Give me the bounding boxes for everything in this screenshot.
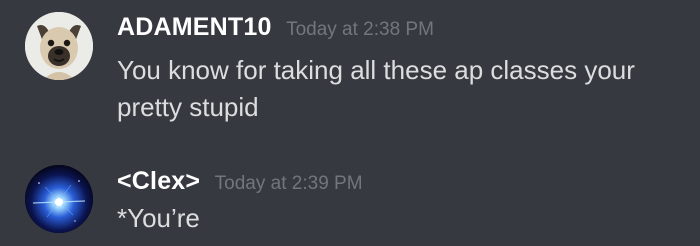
timestamp: Today at 2:38 PM (286, 19, 434, 40)
message-header: ADAMENT10 Today at 2:38 PM (117, 13, 434, 42)
message-text-line: pretty stupid (117, 92, 259, 122)
message-content: You know for taking all these ap classes… (117, 52, 677, 126)
chat-messages: ADAMENT10 Today at 2:38 PM You know for … (0, 0, 700, 246)
username[interactable]: ADAMENT10 (117, 13, 272, 41)
message-item: <Clex> Today at 2:39 PM *You’re (0, 152, 700, 246)
message-text-line: You know for taking all these ap classes… (117, 55, 635, 85)
username[interactable]: <Clex> (117, 167, 200, 195)
timestamp: Today at 2:39 PM (214, 173, 363, 194)
avatar[interactable] (25, 12, 93, 80)
message-text-line: *You’re (117, 203, 200, 233)
blue-galaxy-avatar-icon (25, 165, 93, 233)
message-item: ADAMENT10 Today at 2:38 PM You know for … (0, 0, 700, 140)
pug-dog-avatar-icon (25, 12, 93, 80)
avatar[interactable] (25, 165, 93, 233)
message-header: <Clex> Today at 2:39 PM (117, 167, 363, 196)
message-content: *You’re (117, 200, 677, 237)
